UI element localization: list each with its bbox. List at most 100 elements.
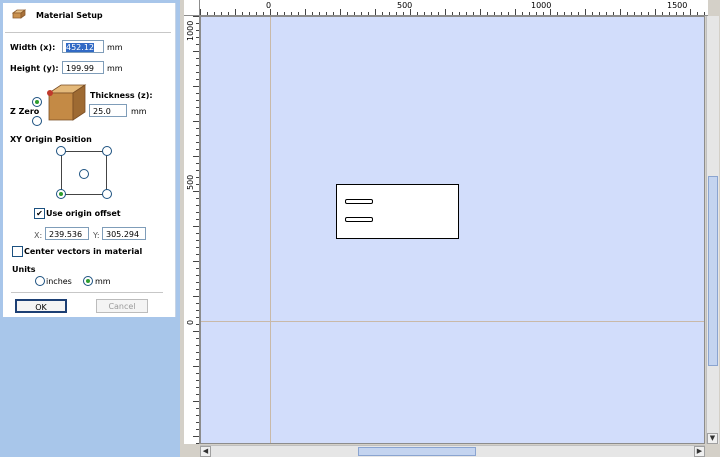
design-canvas[interactable] — [200, 16, 705, 444]
units-inches-radio[interactable] — [35, 276, 45, 286]
dialog-title: Material Setup — [36, 11, 103, 20]
hruler-tick — [221, 12, 222, 15]
hruler-tick — [361, 12, 362, 15]
vruler-tick — [196, 93, 199, 94]
material-block-icon — [12, 9, 26, 19]
hruler-tick — [214, 12, 215, 15]
hruler-tick — [599, 12, 600, 15]
ok-button[interactable]: OK — [15, 299, 67, 313]
hruler-tick — [389, 12, 390, 15]
offset-x-field[interactable]: 239.536 — [45, 227, 89, 240]
vertical-ruler: 1000 500 0 — [184, 16, 200, 444]
hruler-tick — [298, 12, 299, 15]
vruler-tick — [196, 170, 199, 171]
vruler-tick — [196, 408, 199, 409]
thickness-field[interactable]: 25.0 — [89, 104, 127, 117]
hruler-tick — [494, 12, 495, 15]
hruler-tick — [578, 12, 579, 15]
height-unit: mm — [107, 64, 123, 73]
material-block-image — [47, 84, 87, 121]
vruler-tick — [196, 268, 199, 269]
hruler-tick — [669, 12, 670, 15]
cancel-button[interactable]: Cancel — [96, 299, 148, 313]
vruler-tick — [196, 198, 199, 199]
hruler-tick — [319, 12, 320, 15]
hruler-tick — [333, 12, 334, 15]
hruler-tick — [697, 12, 698, 15]
hruler-tick — [606, 12, 607, 15]
zzero-label: Z Zero — [10, 107, 40, 116]
vruler-tick — [193, 331, 199, 332]
hruler-tick — [403, 12, 404, 15]
hruler-tick — [347, 12, 348, 15]
vruler-tick — [193, 16, 199, 17]
vertical-scrollbar[interactable]: ▼ — [706, 16, 719, 444]
hruler-tick — [543, 12, 544, 15]
width-value: 452.12 — [66, 43, 94, 52]
vruler-tick — [196, 324, 199, 325]
units-mm-radio[interactable] — [83, 276, 93, 286]
hruler-tick — [662, 12, 663, 15]
hruler-tick — [305, 9, 306, 15]
hruler-tick — [627, 12, 628, 15]
vruler-tick — [196, 58, 199, 59]
vruler-tick — [196, 429, 199, 430]
height-field[interactable]: 199.99 — [62, 61, 104, 74]
center-vectors-checkbox[interactable] — [12, 246, 23, 257]
vruler-label: 500 — [186, 174, 195, 190]
hruler-tick — [466, 12, 467, 15]
units-inches-label: inches — [46, 277, 72, 286]
units-label: Units — [12, 265, 36, 274]
origin-top-right-radio[interactable] — [102, 146, 112, 156]
vruler-tick — [196, 23, 199, 24]
hruler-tick — [655, 9, 656, 15]
offset-x-value: 239.536 — [49, 230, 83, 239]
title-divider — [5, 32, 171, 33]
hruler-tick — [375, 9, 376, 15]
material-rectangle[interactable] — [336, 184, 459, 239]
zzero-top-radio[interactable] — [32, 97, 42, 107]
vruler-tick — [196, 303, 199, 304]
horizontal-scrollbar[interactable]: ◀ ▶ — [200, 445, 705, 457]
vruler-tick — [196, 282, 199, 283]
vruler-tick — [193, 86, 199, 87]
scroll-right-arrow-icon[interactable]: ▶ — [694, 446, 705, 457]
origin-bottom-right-radio[interactable] — [102, 189, 112, 199]
hruler-tick — [690, 9, 691, 15]
ruler-corner — [184, 0, 200, 16]
use-origin-offset-checkbox[interactable]: ✔ — [34, 208, 45, 219]
hruler-tick — [613, 12, 614, 15]
vruler-tick — [196, 387, 199, 388]
hruler-tick — [445, 9, 446, 15]
thickness-label: Thickness (z): — [90, 91, 153, 100]
offset-y-field[interactable]: 305.294 — [102, 227, 146, 240]
width-unit: mm — [107, 43, 123, 52]
hruler-tick — [431, 12, 432, 15]
hruler-tick — [424, 12, 425, 15]
scroll-down-arrow-icon[interactable]: ▼ — [707, 433, 718, 444]
vruler-tick — [196, 79, 199, 80]
origin-center-radio[interactable] — [79, 169, 89, 179]
hruler-tick — [312, 12, 313, 15]
hruler-tick — [641, 12, 642, 15]
horizontal-scroll-thumb[interactable] — [358, 447, 476, 456]
origin-top-left-radio[interactable] — [56, 146, 66, 156]
vertical-scroll-thumb[interactable] — [708, 176, 718, 366]
hruler-label: 1500 — [667, 1, 688, 10]
vector-slot[interactable] — [345, 199, 373, 204]
vector-slot[interactable] — [345, 217, 373, 222]
vruler-tick — [193, 226, 199, 227]
hruler-tick — [249, 12, 250, 15]
origin-bottom-left-radio[interactable] — [56, 189, 66, 199]
vruler-tick — [196, 44, 199, 45]
hruler-tick — [410, 9, 411, 15]
hruler-tick — [620, 9, 621, 15]
vruler-tick — [196, 72, 199, 73]
width-field[interactable]: 452.12 — [62, 40, 104, 53]
buttons-divider — [11, 292, 163, 293]
hruler-tick — [480, 9, 481, 15]
hruler-tick — [557, 12, 558, 15]
vruler-tick — [196, 142, 199, 143]
scroll-left-arrow-icon[interactable]: ◀ — [200, 446, 211, 457]
zzero-bottom-radio[interactable] — [32, 116, 42, 126]
